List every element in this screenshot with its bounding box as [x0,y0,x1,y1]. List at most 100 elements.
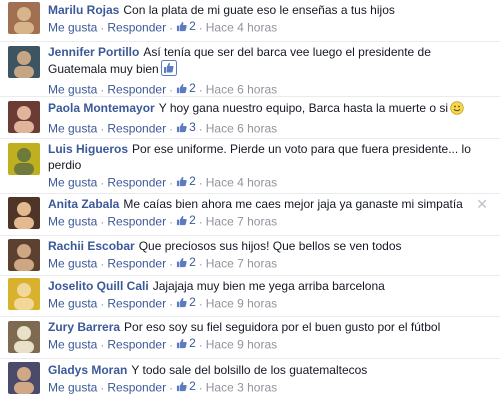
separator: · [198,20,203,35]
avatar[interactable] [8,278,40,310]
reply-link[interactable]: Responder [107,297,166,311]
separator: · [169,337,174,352]
thumbs-up-icon [176,83,187,93]
timestamp[interactable]: Hace 4 horas [206,21,277,35]
like-count[interactable]: 3 [176,119,196,135]
like-link[interactable]: Me gusta [48,83,97,97]
separator: · [100,214,105,229]
like-count[interactable]: 2 [176,254,196,270]
comment-author[interactable]: Jennifer Portillo [48,45,139,59]
reply-link[interactable]: Responder [107,21,166,35]
comment-author[interactable]: Marilu Rojas [48,3,119,17]
comment: Rachii Escobar Que preciosos sus hijos! Q… [0,235,500,275]
like-count[interactable]: 2 [176,173,196,189]
comment-author[interactable]: Luis Higueros [48,142,128,156]
separator: · [100,380,105,395]
comment: Zury Barrera Por eso soy su fiel seguidor… [0,316,500,358]
comment-text: Que preciosos sus hijos! Que bellos se v… [138,239,402,253]
comment-meta: Me gusta · Responder · 2 · Hace 9 horas [48,335,478,353]
separator: · [169,296,174,311]
avatar[interactable] [8,143,40,175]
avatar[interactable] [8,362,40,394]
separator: · [198,214,203,229]
reply-link[interactable]: Responder [107,257,166,271]
like-link[interactable]: Me gusta [48,257,97,271]
comment-meta: Me gusta · Responder · 2 · Hace 6 horas [48,80,478,98]
comment-text: Y todo sale del bolsillo de los guatemal… [131,363,368,377]
comment-meta: Me gusta · Responder · 2 · Hace 3 horas [48,378,478,396]
like-link[interactable]: Me gusta [48,21,97,35]
smiley-emoticon-icon [450,101,464,119]
separator: · [198,380,203,395]
avatar[interactable] [8,46,40,78]
comment-meta: Me gusta · Responder · 2 · Hace 4 horas [48,18,478,36]
thumbs-up-icon [176,215,187,225]
timestamp[interactable]: Hace 6 horas [206,83,277,97]
separator: · [198,175,203,190]
comment-text: Con la plata de mi guate eso le enseñas … [123,3,395,17]
separator: · [169,82,174,97]
like-count[interactable]: 2 [176,212,196,228]
timestamp[interactable]: Hace 7 horas [206,257,277,271]
comment-author[interactable]: Gladys Moran [48,363,127,377]
comment-text: Por eso soy su fiel seguidora por el bue… [124,320,441,334]
reply-link[interactable]: Responder [107,83,166,97]
avatar[interactable] [8,321,40,353]
comment-author[interactable]: Paola Montemayor [48,101,155,115]
separator: · [100,82,105,97]
separator: · [169,214,174,229]
reply-link[interactable]: Responder [107,338,166,352]
comment-author[interactable]: Rachii Escobar [48,239,135,253]
comment: Jennifer Portillo Así tenía que ser del b… [0,41,500,98]
like-count[interactable]: 2 [176,18,196,34]
like-link[interactable]: Me gusta [48,297,97,311]
reply-link[interactable]: Responder [107,381,166,395]
thumbs-up-icon [176,122,187,132]
comment-meta: Me gusta · Responder · 2 · Hace 7 horas [48,212,478,230]
like-count[interactable]: 2 [176,80,196,96]
comment-author[interactable]: Anita Zabala [48,197,119,211]
avatar[interactable] [8,101,40,133]
comment-meta: Me gusta · Responder · 2 · Hace 7 horas [48,254,478,272]
timestamp[interactable]: Hace 6 horas [206,122,277,136]
timestamp[interactable]: Hace 7 horas [206,215,277,229]
like-link[interactable]: Me gusta [48,176,97,190]
timestamp[interactable]: Hace 4 horas [206,176,277,190]
reply-link[interactable]: Responder [107,176,166,190]
avatar[interactable] [8,197,40,229]
avatar[interactable] [8,239,40,271]
separator: · [198,296,203,311]
comment-meta: Me gusta · Responder · 3 · Hace 6 horas [48,119,478,137]
comment-author[interactable]: Joselito Quill Cali [48,279,149,293]
separator: · [169,256,174,271]
separator: · [169,20,174,35]
separator: · [100,337,105,352]
comment: Paola Montemayor Y hoy gana nuestro equip… [0,96,500,138]
like-link[interactable]: Me gusta [48,338,97,352]
separator: · [198,337,203,352]
thumbs-up-icon [176,338,187,348]
reply-link[interactable]: Responder [107,122,166,136]
timestamp[interactable]: Hace 3 horas [206,381,277,395]
separator: · [169,121,174,136]
comment: Luis Higueros Por ese uniforme. Pierde un… [0,138,500,193]
like-count[interactable]: 2 [176,335,196,351]
comment: Gladys Moran Y todo sale del bolsillo de … [0,358,500,402]
separator: · [198,121,203,136]
timestamp[interactable]: Hace 9 horas [206,338,277,352]
comment-author[interactable]: Zury Barrera [48,320,120,334]
like-link[interactable]: Me gusta [48,381,97,395]
comment: Joselito Quill Cali Jajajaja muy bien me … [0,275,500,316]
separator: · [100,121,105,136]
separator: · [100,20,105,35]
reply-link[interactable]: Responder [107,215,166,229]
avatar[interactable] [8,2,40,34]
timestamp[interactable]: Hace 9 horas [206,297,277,311]
comment-meta: Me gusta · Responder · 2 · Hace 9 horas [48,294,478,312]
thumbs-up-icon [176,257,187,267]
like-link[interactable]: Me gusta [48,122,97,136]
like-count[interactable]: 2 [176,294,196,310]
like-link[interactable]: Me gusta [48,215,97,229]
close-icon[interactable]: ✕ [476,196,488,213]
like-count[interactable]: 2 [176,378,196,394]
